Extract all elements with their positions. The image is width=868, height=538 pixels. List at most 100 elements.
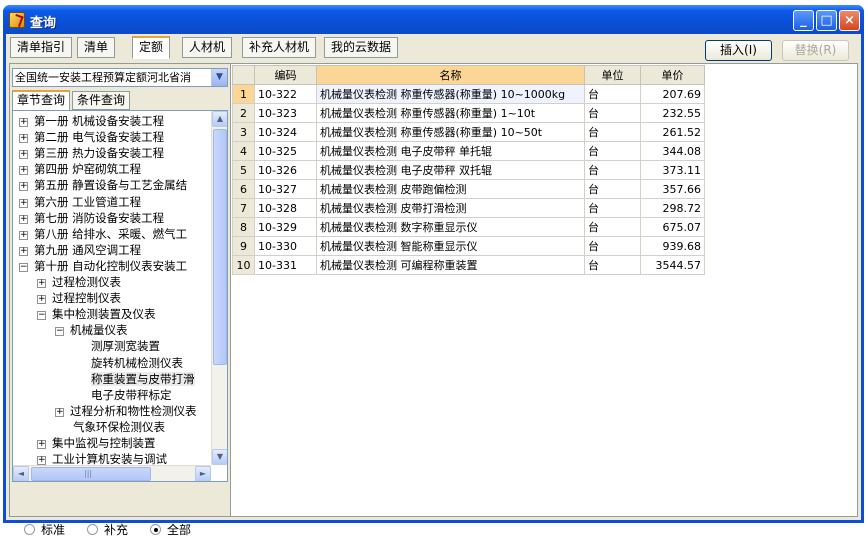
tree-node-label: 第七册 消防设备安装工程 [34, 210, 165, 225]
tree-node[interactable]: + 第八册 给排水、采暖、燃气工 [19, 226, 187, 242]
row-number: 10 [232, 255, 255, 275]
table-row[interactable]: 7 10-328 机械量仪表检测 皮带打滑检测台 298.72 [232, 198, 705, 218]
minimize-button[interactable]: _ [793, 10, 814, 31]
table-row[interactable]: 3 10-324 机械量仪表检测 称重传感器(称重量) 10~50t 台 261.52 [232, 122, 705, 142]
tree-node-label: 过程分析和物性检测仪表 [70, 403, 197, 418]
expand-plus-icon[interactable]: + [19, 246, 28, 256]
expand-plus-icon[interactable]: + [19, 166, 28, 176]
client-area: 清单指引 清单 定额 人材机 补充人材机 我的云数据 插入(I) 替换(R) 全… [6, 34, 861, 537]
tree-node-label: 第八册 给排水、采暖、燃气工 [34, 226, 188, 241]
column-header-code[interactable]: 编码 [254, 65, 317, 85]
expand-plus-icon[interactable]: + [19, 134, 28, 144]
column-header-name[interactable]: 名称 [316, 65, 585, 85]
tree-node[interactable]: − 集中检测装置及仪表 [37, 306, 156, 322]
expand-plus-icon[interactable]: + [19, 150, 28, 160]
collapse-minus-icon[interactable]: − [37, 311, 46, 321]
library-select[interactable]: 全国统一安装工程预算定额河北省消 ▼ [12, 68, 228, 87]
query-window: 查询 _ □ × 清单指引 清单 定额 人材机 补充人材机 我的云数据 插入(I… [3, 5, 864, 537]
table-row[interactable]: 4 10-325 机械量仪表检测 电子皮带秤 单托辊台 344.08 [232, 141, 705, 161]
expand-plus-icon[interactable]: + [19, 182, 28, 192]
tree-node[interactable]: − 第十册 自动化控制仪表安装工 [19, 258, 187, 274]
tree-node[interactable]: + 第七册 消防设备安装工程 [19, 210, 164, 226]
tree-node[interactable]: + 第二册 电气设备安装工程 [19, 129, 164, 145]
cell-code: 10-331 [254, 255, 317, 275]
tree-node[interactable]: + 第一册 机械设备安装工程 [19, 113, 164, 129]
scroll-down-icon[interactable]: ▼ [212, 449, 227, 465]
collapse-minus-icon[interactable]: − [19, 262, 28, 272]
expand-plus-icon[interactable]: + [19, 230, 28, 240]
chapter-tree[interactable]: ▲ ▼ ◄ ||| ► + 第一册 机械设备安装工程 + 第二册 电气设备安装工程 + 第… [12, 110, 228, 482]
expand-plus-icon[interactable]: + [19, 118, 28, 127]
table-row[interactable]: 1 10-322 机械量仪表检测 称重传感器(称重量) 10~1000kg 台 207.… [232, 84, 705, 104]
expand-plus-icon[interactable]: + [37, 295, 46, 305]
table-row[interactable]: 2 10-323 机械量仪表检测 称重传感器(称重量) 1~10t 台 232.55 [232, 103, 705, 123]
scroll-up-icon[interactable]: ▲ [212, 111, 227, 127]
radio-supplement[interactable]: 补充 [87, 521, 128, 538]
cell-name: 机械量仪表检测 智能称重显示仪 [316, 236, 585, 256]
tree-node[interactable]: + 第四册 炉窑砌筑工程 [19, 161, 141, 177]
expand-plus-icon[interactable]: + [55, 407, 64, 417]
tree-node[interactable]: 旋转机械检测仪表 [91, 355, 183, 371]
expand-plus-icon[interactable]: + [37, 279, 46, 288]
expand-plus-icon[interactable]: + [19, 198, 28, 208]
radio-standard[interactable]: 标准 [24, 521, 65, 538]
tree-node-label: 第二册 电气设备安装工程 [34, 130, 165, 145]
tab-buchong-rencaiji[interactable]: 补充人材机 [242, 37, 317, 58]
tree-node[interactable]: + 集中监视与控制装置 [37, 435, 156, 451]
tab-cloud-data[interactable]: 我的云数据 [324, 37, 399, 58]
insert-button[interactable]: 插入(I) [705, 40, 772, 61]
table-row[interactable]: 5 10-326 机械量仪表检测 电子皮带秤 双托辊台 373.11 [232, 160, 705, 180]
maximize-button[interactable]: □ [816, 10, 837, 31]
cell-unit: 台 [584, 122, 641, 142]
tree-node[interactable]: + 第五册 静置设备与工艺金属结 [19, 177, 187, 193]
tree-vertical-scrollbar[interactable]: ▲ ▼ [211, 111, 227, 465]
tree-node[interactable]: + 第六册 工业管道工程 [19, 194, 141, 210]
tree-node-label: 工业计算机安装与调试 [52, 452, 167, 467]
table-row[interactable]: 10 10-331 机械量仪表检测 可编程称重装置台 3544.57 [232, 255, 705, 275]
tab-rencaiji[interactable]: 人材机 [182, 37, 233, 58]
collapse-minus-icon[interactable]: − [55, 327, 64, 337]
tab-ding-e[interactable]: 定额 [132, 36, 171, 59]
horizontal-scroll-thumb[interactable]: ||| [31, 467, 151, 481]
tree-node-label: 机械量仪表 [70, 323, 128, 338]
vertical-scroll-thumb[interactable] [213, 129, 227, 365]
radio-all[interactable]: 全部 [150, 521, 191, 538]
tree-node-label: 旋转机械检测仪表 [91, 355, 183, 370]
cell-code: 10-322 [254, 84, 317, 104]
table-row[interactable]: 8 10-329 机械量仪表检测 数字称重显示仪台 675.07 [232, 217, 705, 237]
tree-node[interactable]: + 工业计算机安装与调试 [37, 451, 167, 467]
tree-node[interactable]: 气象环保检测仪表 [73, 419, 165, 435]
cell-name: 机械量仪表检测 称重传感器(称重量) 1~10t [316, 103, 585, 123]
scroll-left-icon[interactable]: ◄ [13, 466, 29, 481]
tree-node[interactable]: + 过程检测仪表 [37, 274, 121, 290]
table-row[interactable]: 9 10-330 机械量仪表检测 智能称重显示仪台 939.68 [232, 236, 705, 256]
tree-node[interactable]: 测厚测宽装置 [91, 338, 160, 354]
tree-node[interactable]: − 机械量仪表 [55, 322, 128, 338]
expand-plus-icon[interactable]: + [37, 456, 46, 466]
tree-node-label: 过程检测仪表 [52, 275, 121, 289]
replace-button[interactable]: 替换(R) [782, 40, 849, 61]
tab-qingdan-zhiyin[interactable]: 清单指引 [10, 37, 73, 58]
cell-price: 261.52 [640, 122, 705, 142]
tree-node[interactable]: + 第三册 热力设备安装工程 [19, 145, 164, 161]
title-bar[interactable]: 查询 _ □ × [3, 5, 864, 34]
tree-node[interactable]: + 第九册 通风空调工程 [19, 242, 141, 258]
expand-plus-icon[interactable]: + [37, 440, 46, 449]
tree-node[interactable]: 称重装置与皮带打滑 [91, 371, 195, 387]
tab-condition-search[interactable]: 条件查询 [72, 91, 131, 110]
close-button[interactable]: × [839, 10, 860, 31]
tree-horizontal-scrollbar[interactable]: ◄ ||| ► [13, 465, 211, 481]
tree-node[interactable]: + 过程分析和物性检测仪表 [55, 403, 197, 419]
tree-node[interactable]: 电子皮带秤标定 [91, 387, 172, 403]
chevron-down-icon[interactable]: ▼ [211, 69, 227, 86]
column-header-price[interactable]: 单价 [640, 65, 705, 85]
column-header-unit[interactable]: 单位 [584, 65, 641, 85]
tab-qingdan[interactable]: 清单 [77, 37, 116, 58]
cell-unit: 台 [584, 217, 641, 237]
table-row[interactable]: 6 10-327 机械量仪表检测 皮带跑偏检测台 357.66 [232, 179, 705, 199]
tab-chapter-search[interactable]: 章节查询 [12, 90, 71, 111]
library-select-value: 全国统一安装工程预算定额河北省消 [15, 71, 191, 84]
scroll-right-icon[interactable]: ► [195, 466, 211, 481]
expand-plus-icon[interactable]: + [19, 214, 28, 224]
tree-node[interactable]: + 过程控制仪表 [37, 290, 121, 306]
